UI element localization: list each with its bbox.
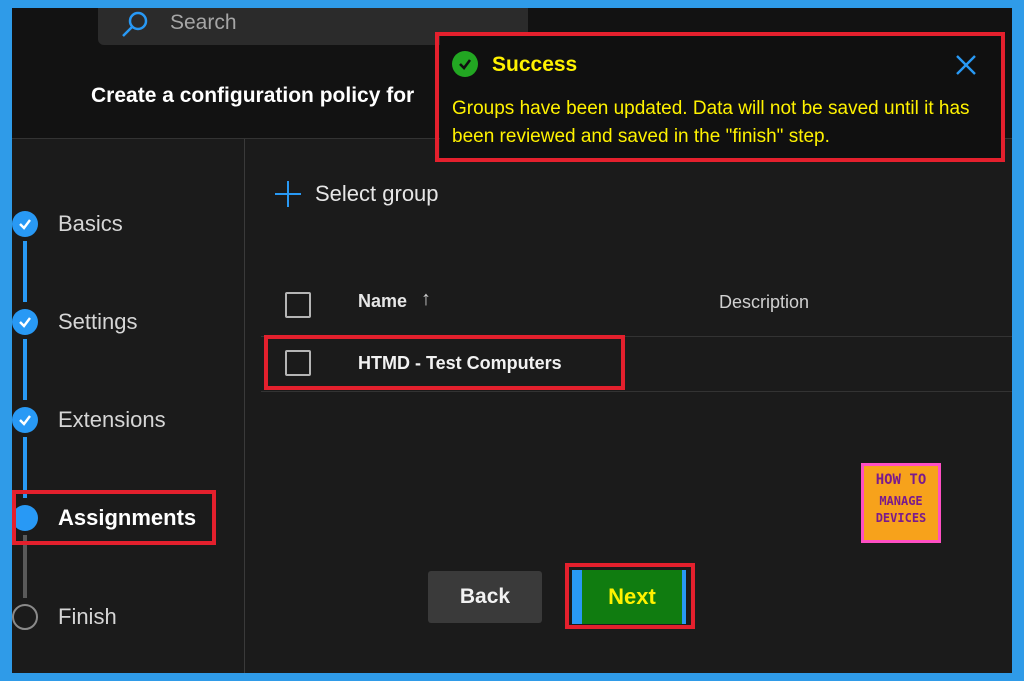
- step-label: Basics: [58, 211, 123, 236]
- column-header-description[interactable]: Description: [719, 292, 809, 313]
- table-header: Name ↑ Description: [261, 274, 1012, 337]
- highlight-next-button: [565, 563, 695, 629]
- step-settings[interactable]: Settings: [12, 303, 232, 343]
- highlight-assignments-step: [12, 490, 216, 545]
- page-title: Create a configuration policy for: [91, 84, 415, 107]
- select-all-checkbox[interactable]: [285, 292, 311, 318]
- checkmark-icon: [12, 211, 38, 237]
- plus-icon: [275, 181, 301, 207]
- step-connector: [23, 339, 27, 400]
- highlight-notification: [435, 32, 1005, 162]
- wizard-steps: Basics Settings Extensions Assignments F…: [12, 139, 244, 673]
- search-input[interactable]: Search: [170, 11, 237, 35]
- step-label: Finish: [58, 604, 117, 629]
- sort-ascending-icon[interactable]: ↑: [421, 288, 431, 311]
- checkmark-icon: [12, 407, 38, 433]
- pending-step-icon: [12, 604, 38, 630]
- highlight-group-row: [264, 335, 625, 390]
- search-icon: [122, 11, 148, 37]
- step-connector: [23, 437, 27, 498]
- logo-text: DEVICES: [875, 511, 927, 525]
- step-basics[interactable]: Basics: [12, 205, 232, 245]
- select-group-button[interactable]: Select group: [275, 177, 439, 211]
- column-header-name[interactable]: Name: [358, 291, 407, 312]
- app-window: Search Create a configuration policy for…: [12, 8, 1012, 673]
- step-finish[interactable]: Finish: [12, 598, 232, 638]
- logo-text: MANAGE: [879, 494, 923, 508]
- step-label: Extensions: [58, 407, 166, 432]
- checkmark-icon: [12, 309, 38, 335]
- step-connector: [23, 241, 27, 302]
- back-button[interactable]: Back: [428, 571, 542, 623]
- step-label: Settings: [58, 309, 138, 334]
- step-extensions[interactable]: Extensions: [12, 401, 232, 441]
- select-group-label: Select group: [315, 181, 439, 206]
- howtomanagedevices-logo: HOW TO MANAGE DEVICES: [861, 463, 941, 543]
- logo-text: HOW TO: [875, 472, 927, 488]
